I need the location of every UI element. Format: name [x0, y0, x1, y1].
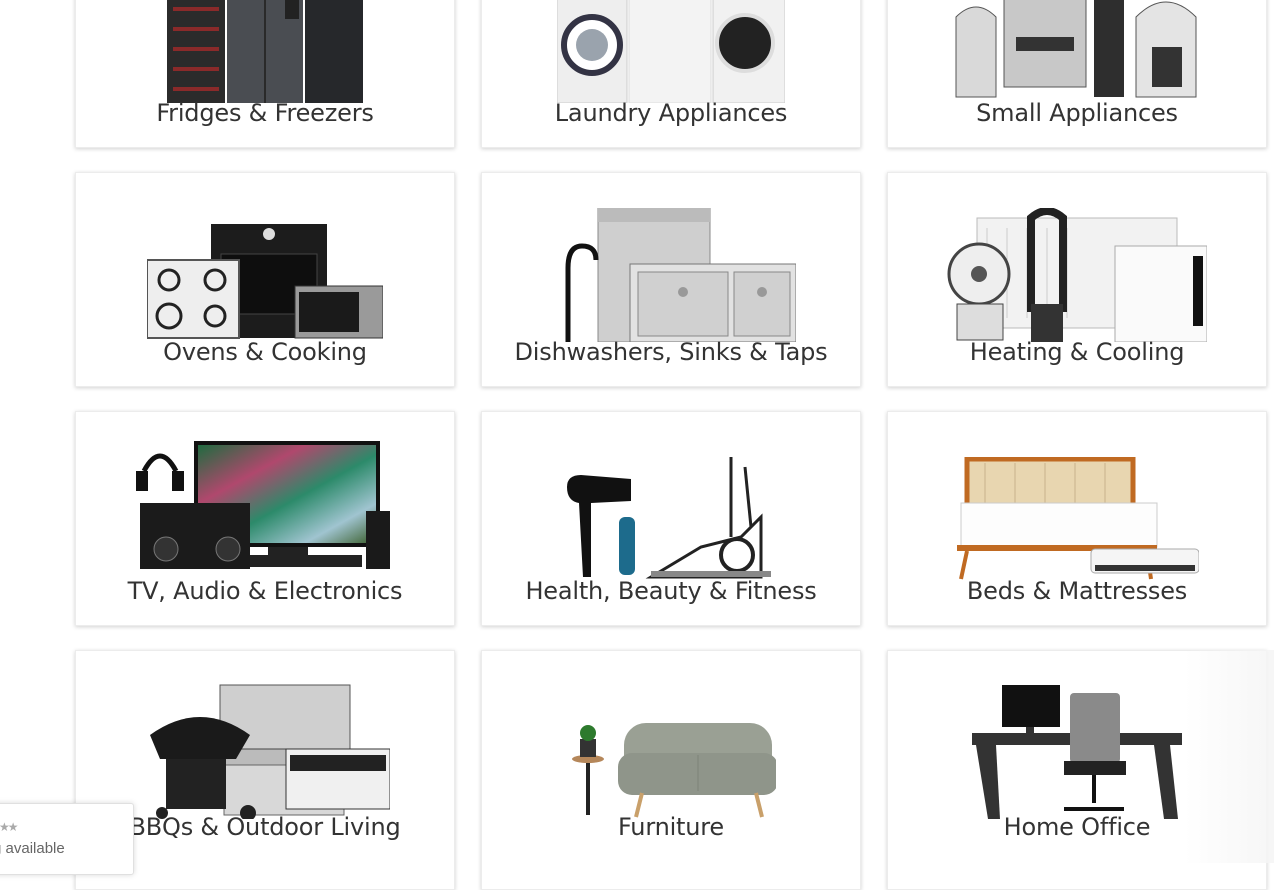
- tv-audio-image: [76, 412, 454, 581]
- reviews-badge[interactable]: ★★ g available: [0, 803, 134, 875]
- heater-fan-image: [888, 173, 1266, 342]
- category-label: Heating & Cooling: [969, 338, 1185, 366]
- category-card-tv-audio-electronics[interactable]: TV, Audio & Electronics: [75, 411, 455, 626]
- category-label: Fridges & Freezers: [156, 99, 374, 127]
- category-card-heating-cooling[interactable]: Heating & Cooling: [887, 172, 1267, 387]
- category-label: Small Appliances: [976, 99, 1178, 127]
- oven-cooktop-image: [76, 173, 454, 342]
- category-card-small-appliances[interactable]: Small Appliances: [887, 0, 1267, 148]
- category-label: Dishwashers, Sinks & Taps: [514, 338, 828, 366]
- category-label: Beds & Mattresses: [966, 577, 1188, 605]
- category-label: Home Office: [1003, 813, 1151, 841]
- rating-stars-icon: ★★: [0, 820, 18, 834]
- category-card-furniture[interactable]: Furniture: [481, 650, 861, 890]
- category-card-ovens-cooking[interactable]: Ovens & Cooking: [75, 172, 455, 387]
- category-label: Ovens & Cooking: [163, 338, 367, 366]
- reviews-badge-text: g available: [0, 840, 65, 857]
- washer-dryer-image: [482, 0, 860, 103]
- bbq-grill-image: [76, 651, 454, 819]
- category-label: Furniture: [618, 813, 724, 841]
- category-card-beds-mattresses[interactable]: Beds & Mattresses: [887, 411, 1267, 626]
- category-card-health-beauty-fitness[interactable]: Health, Beauty & Fitness: [481, 411, 861, 626]
- category-card-dishwashers-sinks-taps[interactable]: Dishwashers, Sinks & Taps: [481, 172, 861, 387]
- category-label: Laundry Appliances: [554, 99, 788, 127]
- dishwasher-sink-image: [482, 173, 860, 342]
- bed-mattress-image: [888, 412, 1266, 581]
- category-card-laundry-appliances[interactable]: Laundry Appliances: [481, 0, 861, 148]
- small-appliances-image: [888, 0, 1266, 103]
- category-card-fridges-freezers[interactable]: Fridges & Freezers: [75, 0, 455, 148]
- category-label: Health, Beauty & Fitness: [525, 577, 817, 605]
- sofa-image: [482, 651, 860, 819]
- category-card-home-office[interactable]: Home Office: [887, 650, 1267, 890]
- fridge-freezer-image: [76, 0, 454, 103]
- desk-chair-image: [888, 651, 1266, 819]
- category-label: TV, Audio & Electronics: [127, 577, 403, 605]
- hairdryer-treadmill-image: [482, 412, 860, 581]
